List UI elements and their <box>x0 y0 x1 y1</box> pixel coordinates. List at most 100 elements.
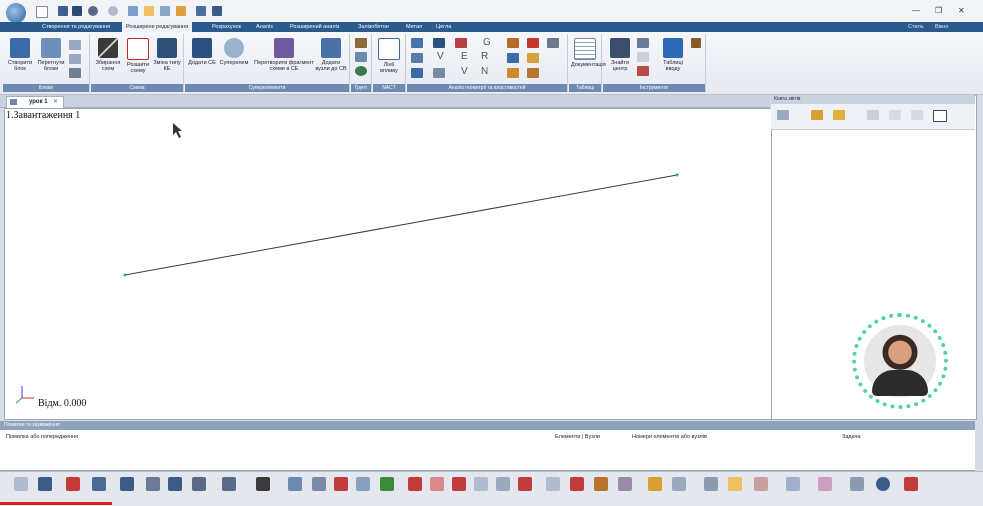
report-tool-icon[interactable] <box>833 110 845 120</box>
toolbar-icon[interactable] <box>256 477 270 491</box>
tab-extended-analysis[interactable]: Розширений аналіз <box>290 22 339 32</box>
toolbar-icon[interactable] <box>288 477 302 491</box>
analysis-icon[interactable] <box>433 38 445 48</box>
rotate-icon[interactable] <box>876 477 890 491</box>
toolbar-icon[interactable] <box>168 477 182 491</box>
toolbar-icon[interactable] <box>594 477 608 491</box>
toolbar-icon[interactable] <box>38 477 52 491</box>
view-yz-icon[interactable] <box>818 477 832 491</box>
toolbar-icon[interactable] <box>474 477 488 491</box>
toolbar-icon[interactable] <box>452 477 466 491</box>
tool-icon[interactable] <box>637 52 649 62</box>
block-tool-icon[interactable] <box>69 54 81 64</box>
select-icon[interactable] <box>144 6 154 16</box>
split-scheme-button[interactable]: Розшити схему <box>123 38 153 74</box>
app-logo[interactable] <box>6 3 26 23</box>
toolbar-icon[interactable] <box>334 477 348 491</box>
report-tool-icon[interactable] <box>911 110 923 120</box>
toolbar-icon[interactable] <box>380 477 394 491</box>
report-tool-icon[interactable] <box>777 110 789 120</box>
view-axis-icon[interactable] <box>704 477 718 491</box>
analysis-icon[interactable] <box>411 53 423 63</box>
tab-calculation[interactable]: Розрахунок <box>212 22 241 32</box>
close-button[interactable]: ✕ <box>958 6 965 15</box>
analysis-icon[interactable] <box>507 38 519 48</box>
toolbar-icon[interactable] <box>496 477 510 491</box>
toolbar-icon[interactable] <box>222 477 236 491</box>
toolbar-icon[interactable] <box>14 477 28 491</box>
toolbar-icon[interactable] <box>408 477 422 491</box>
influence-lines-button[interactable]: Лінії впливу <box>375 38 403 74</box>
view-xz-icon[interactable] <box>754 477 768 491</box>
toolbar-icon[interactable] <box>850 477 864 491</box>
toolbar-icon[interactable] <box>546 477 560 491</box>
analysis-e-label[interactable]: E <box>461 51 468 62</box>
tab-advanced-edit[interactable]: Розширене редагування <box>122 22 193 32</box>
intersect-blocks-button[interactable]: Перетнути блоки <box>35 38 67 72</box>
toolbar-icon[interactable] <box>648 477 662 491</box>
create-block-button[interactable]: Створити блок <box>5 38 35 72</box>
documentation-button[interactable]: Документація <box>571 38 606 68</box>
toolbar-icon[interactable] <box>146 477 160 491</box>
toolbar-icon[interactable] <box>618 477 632 491</box>
tab-reinforced-concrete[interactable]: Залізобетон <box>358 22 389 32</box>
analysis-icon[interactable] <box>433 68 445 78</box>
add-se-button[interactable]: Додати СЕ <box>187 38 217 66</box>
clipboard-icon[interactable] <box>933 110 947 122</box>
tool-icon[interactable] <box>637 66 649 76</box>
toolbar-icon[interactable] <box>192 477 206 491</box>
redo-icon[interactable] <box>108 6 118 16</box>
toolbar-icon[interactable] <box>430 477 444 491</box>
column-header-task[interactable]: Задача <box>842 434 860 440</box>
analysis-r-label[interactable]: R <box>481 51 488 62</box>
bar-element[interactable] <box>124 174 678 276</box>
hand-icon[interactable] <box>176 6 186 16</box>
report-tool-icon[interactable] <box>889 110 901 120</box>
soil-icon[interactable] <box>355 66 367 76</box>
analysis-icon[interactable] <box>527 38 539 48</box>
new-file-icon[interactable] <box>36 6 48 18</box>
analysis-g-label[interactable]: G <box>483 37 491 48</box>
style-menu[interactable]: Стиль <box>908 22 924 32</box>
toolbar-icon[interactable] <box>356 477 370 491</box>
column-header-numbers[interactable]: Номери елементів або вузлів <box>632 434 707 440</box>
undo-icon[interactable] <box>88 6 98 16</box>
view-3d-icon[interactable] <box>728 477 742 491</box>
restore-button[interactable]: ❐ <box>935 6 942 15</box>
node[interactable] <box>675 173 679 177</box>
settings-icon[interactable] <box>196 6 206 16</box>
analysis-v-label[interactable]: V <box>437 51 444 62</box>
analysis-icon[interactable] <box>547 38 559 48</box>
tool-icon[interactable] <box>637 38 649 48</box>
analysis-icon[interactable] <box>507 53 519 63</box>
toolbar-icon[interactable] <box>92 477 106 491</box>
tool-icon[interactable] <box>691 38 701 48</box>
analysis-icon[interactable] <box>527 68 539 78</box>
analysis-icon[interactable] <box>411 68 423 78</box>
analysis-icon[interactable] <box>507 68 519 78</box>
node[interactable] <box>123 273 127 277</box>
save-icon[interactable] <box>72 6 82 16</box>
tab-create-edit[interactable]: Створення та редагування <box>42 22 110 32</box>
window-menu[interactable]: Вікно <box>935 22 948 32</box>
report-tool-icon[interactable] <box>867 110 879 120</box>
tab-metal[interactable]: Метал <box>406 22 422 32</box>
minimize-button[interactable]: — <box>912 6 920 15</box>
superelement-button[interactable]: Суперелем <box>217 38 251 66</box>
toolbar-icon[interactable] <box>904 477 918 491</box>
toolbar-icon[interactable] <box>312 477 326 491</box>
analysis-n-label[interactable]: N <box>481 66 488 77</box>
column-header-elements[interactable]: Елементи | Вузли <box>555 434 600 440</box>
soil-icon[interactable] <box>355 38 367 48</box>
toolbar-icon[interactable] <box>66 477 80 491</box>
tab-analysis[interactable]: Аналіз <box>256 22 273 32</box>
document-tab[interactable]: урок 1 ✕ <box>6 96 64 108</box>
analysis-icon[interactable] <box>527 53 539 63</box>
assemble-schemes-button[interactable]: Збирання схем <box>93 38 123 72</box>
analysis-v2-label[interactable]: V <box>461 66 468 77</box>
lock-icon[interactable] <box>212 6 222 16</box>
report-tool-icon[interactable] <box>811 110 823 120</box>
tab-brick[interactable]: Цегла <box>436 22 451 32</box>
open-icon[interactable] <box>58 6 68 16</box>
analysis-icon[interactable] <box>411 38 423 48</box>
